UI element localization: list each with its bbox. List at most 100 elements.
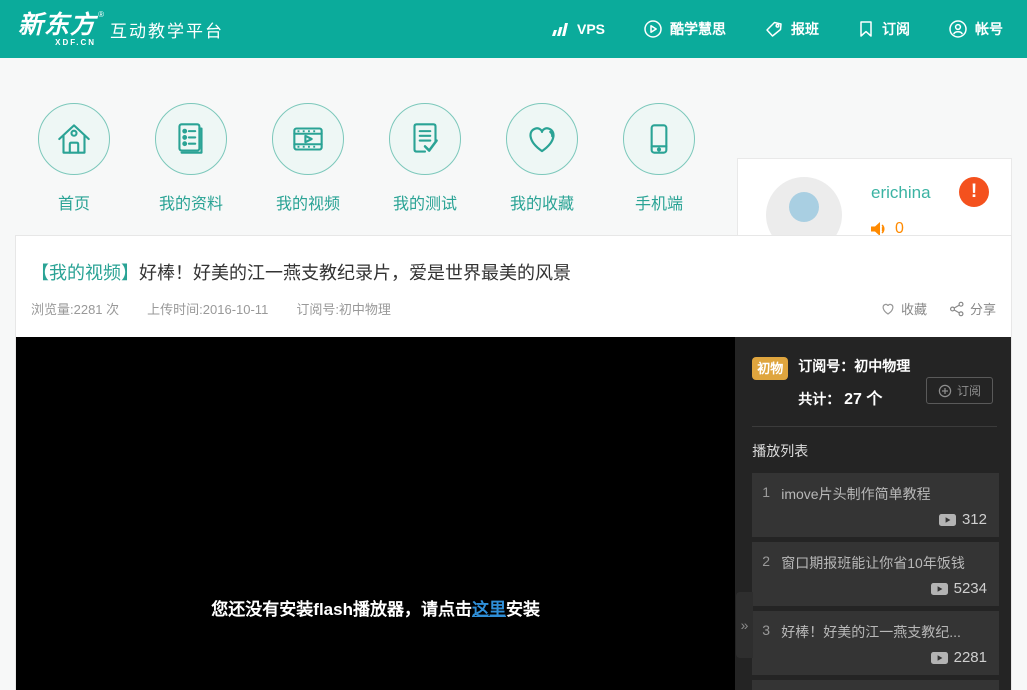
- playlist-title: 播放列表: [752, 441, 999, 461]
- registered-mark: ®: [98, 11, 105, 19]
- bookmark-icon: [857, 19, 875, 39]
- total-label: 共计：: [798, 391, 840, 407]
- playlist-item-number: 3: [762, 622, 781, 642]
- video-player[interactable]: 您还没有安装flash播放器，请点击这里安装: [16, 337, 735, 690]
- flash-message-post: 安装: [506, 600, 540, 619]
- quick-nav-label: 首页: [58, 190, 90, 214]
- playlist-item-views: 312: [939, 511, 987, 528]
- sidebar-collapse-handle[interactable]: »: [736, 592, 753, 658]
- player-row: 您还没有安装flash播放器，请点击这里安装 » 初物 订阅号：初中物理 共计：…: [16, 337, 1011, 690]
- heart-outline-icon: [880, 301, 896, 316]
- nav-item-account[interactable]: 帐号: [948, 19, 1003, 39]
- favorite-button[interactable]: 收藏: [880, 299, 927, 318]
- video-title: 【我的视频】好棒！好美的江一燕支教纪录片，爱是世界最美的风景: [31, 259, 996, 285]
- play-badge-icon: [931, 652, 948, 664]
- playlist-item-views: 2281: [931, 649, 987, 666]
- quick-nav-section: 首页 我的资料 我的视频 我的测试 我的收藏: [0, 58, 1027, 235]
- plus-circle-icon: [938, 384, 952, 398]
- quick-nav-home[interactable]: 首页: [38, 103, 110, 214]
- favorite-label: 收藏: [901, 299, 927, 318]
- playlist: 1 imove片头制作简单教程 312 2 窗口期报班能让你省10年饭钱: [752, 473, 999, 690]
- video-icon: [272, 103, 344, 175]
- quick-nav-label: 我的测试: [393, 190, 457, 214]
- avatar-head: [789, 192, 819, 222]
- nav-item-label: 酷学慧思: [670, 19, 726, 39]
- quick-nav-label: 我的资料: [159, 190, 223, 214]
- playlist-item-line: 1 imove片头制作简单教程: [762, 484, 987, 504]
- subscription-info: 初物 订阅号：初中物理 共计： 27 个 订阅: [752, 356, 999, 409]
- playlist-item[interactable]: 1 imove片头制作简单教程 312: [752, 473, 999, 537]
- play-badge-icon: [931, 583, 948, 595]
- playlist-item-count: 5234: [954, 580, 987, 597]
- logo-domain: XDF.CN: [18, 39, 96, 47]
- nav-item-label: 订阅: [882, 19, 910, 39]
- quick-nav-favorites[interactable]: 我的收藏: [506, 103, 578, 214]
- playlist-item-number: 1: [762, 484, 781, 504]
- nav-item-dingyue[interactable]: 订阅: [857, 19, 910, 39]
- video-title-text: 好棒！好美的江一燕支教纪录片，爱是世界最美的风景: [139, 263, 571, 283]
- subscription-name: 订阅号：初中物理: [798, 356, 999, 376]
- share-button[interactable]: 分享: [949, 299, 996, 318]
- quick-nav-label: 我的收藏: [510, 190, 574, 214]
- flash-install-link[interactable]: 这里: [472, 600, 506, 619]
- playlist-item-title: 好棒！好美的江一燕支教纪...: [781, 622, 961, 642]
- upload-date-stat: 上传时间:2016-10-11: [147, 299, 268, 318]
- main-content-card: 【我的视频】好棒！好美的江一燕支教纪录片，爱是世界最美的风景 浏览量:2281 …: [15, 235, 1012, 690]
- quick-nav-tests[interactable]: 我的测试: [389, 103, 461, 214]
- playlist-item[interactable]: 4 2016初二物理课改：谁是参...: [752, 680, 999, 690]
- test-icon: [389, 103, 461, 175]
- playlist-item-title: imove片头制作简单教程: [781, 484, 930, 504]
- bars-icon: [550, 20, 570, 38]
- subscription-stat: 订阅号:初中物理: [296, 299, 391, 318]
- playlist-item-title: 窗口期报班能让你省10年饭钱: [781, 553, 965, 573]
- tag-icon: [764, 19, 784, 39]
- playlist-item-views: 5234: [931, 580, 987, 597]
- phone-icon: [623, 103, 695, 175]
- share-icon: [949, 301, 965, 317]
- sidebar-divider: [752, 426, 997, 427]
- total-value: 27 个: [844, 391, 882, 408]
- playlist-item-line: 3 好棒！好美的江一燕支教纪...: [762, 622, 987, 642]
- flash-warning-message: 您还没有安装flash播放器，请点击这里安装: [16, 595, 735, 620]
- video-category-tag: 【我的视频】: [31, 263, 139, 283]
- playlist-sidebar: 初物 订阅号：初中物理 共计： 27 个 订阅 播放列表: [735, 337, 1011, 690]
- playlist-item-count: 2281: [954, 649, 987, 666]
- xdf-logo[interactable]: 新东方® XDF.CN: [18, 13, 96, 47]
- flash-message-pre: 您还没有安装flash播放器，请点击: [211, 600, 472, 619]
- header-nav: VPS 酷学慧思 报班 订阅 帐号: [550, 19, 1003, 39]
- quick-nav-label: 手机端: [635, 190, 683, 214]
- top-header: 新东方® XDF.CN 互动教学平台 VPS 酷学慧思 报班 订阅: [0, 0, 1027, 58]
- username: erichina: [871, 183, 931, 203]
- nav-item-label: VPS: [577, 21, 605, 37]
- subscription-badge: 初物: [752, 357, 788, 380]
- subscribe-label: 订阅: [957, 382, 981, 399]
- quick-nav-label: 我的视频: [276, 190, 340, 214]
- chevron-right-icon: »: [741, 617, 749, 633]
- play-badge-icon: [939, 514, 956, 526]
- nav-item-baoban[interactable]: 报班: [764, 19, 819, 39]
- platform-title: 互动教学平台: [110, 17, 224, 42]
- alert-badge[interactable]: !: [959, 177, 989, 207]
- subscribe-button[interactable]: 订阅: [926, 377, 993, 404]
- heart-icon: [506, 103, 578, 175]
- nav-item-vps[interactable]: VPS: [550, 20, 605, 38]
- quick-nav-mobile[interactable]: 手机端: [623, 103, 695, 214]
- user-icon: [948, 19, 968, 39]
- play-circle-icon: [643, 19, 663, 39]
- quick-nav-materials[interactable]: 我的资料: [155, 103, 227, 214]
- share-label: 分享: [970, 299, 996, 318]
- nav-item-label: 报班: [791, 19, 819, 39]
- documents-icon: [155, 103, 227, 175]
- quick-nav-videos[interactable]: 我的视频: [272, 103, 344, 214]
- video-stats-row: 浏览量:2281 次 上传时间:2016-10-11 订阅号:初中物理 收藏 分…: [31, 299, 996, 318]
- playlist-item-number: 2: [762, 553, 781, 573]
- nav-item-kuxue[interactable]: 酷学慧思: [643, 19, 726, 39]
- playlist-item[interactable]: 2 窗口期报班能让你省10年饭钱 5234: [752, 542, 999, 606]
- home-icon: [38, 103, 110, 175]
- playlist-item-count: 312: [962, 511, 987, 528]
- video-info-head: 【我的视频】好棒！好美的江一燕支教纪录片，爱是世界最美的风景 浏览量:2281 …: [16, 236, 1011, 337]
- views-stat: 浏览量:2281 次: [31, 299, 119, 318]
- playlist-item[interactable]: 3 好棒！好美的江一燕支教纪... 2281: [752, 611, 999, 675]
- nav-item-label: 帐号: [975, 19, 1003, 39]
- playlist-item-line: 2 窗口期报班能让你省10年饭钱: [762, 553, 987, 573]
